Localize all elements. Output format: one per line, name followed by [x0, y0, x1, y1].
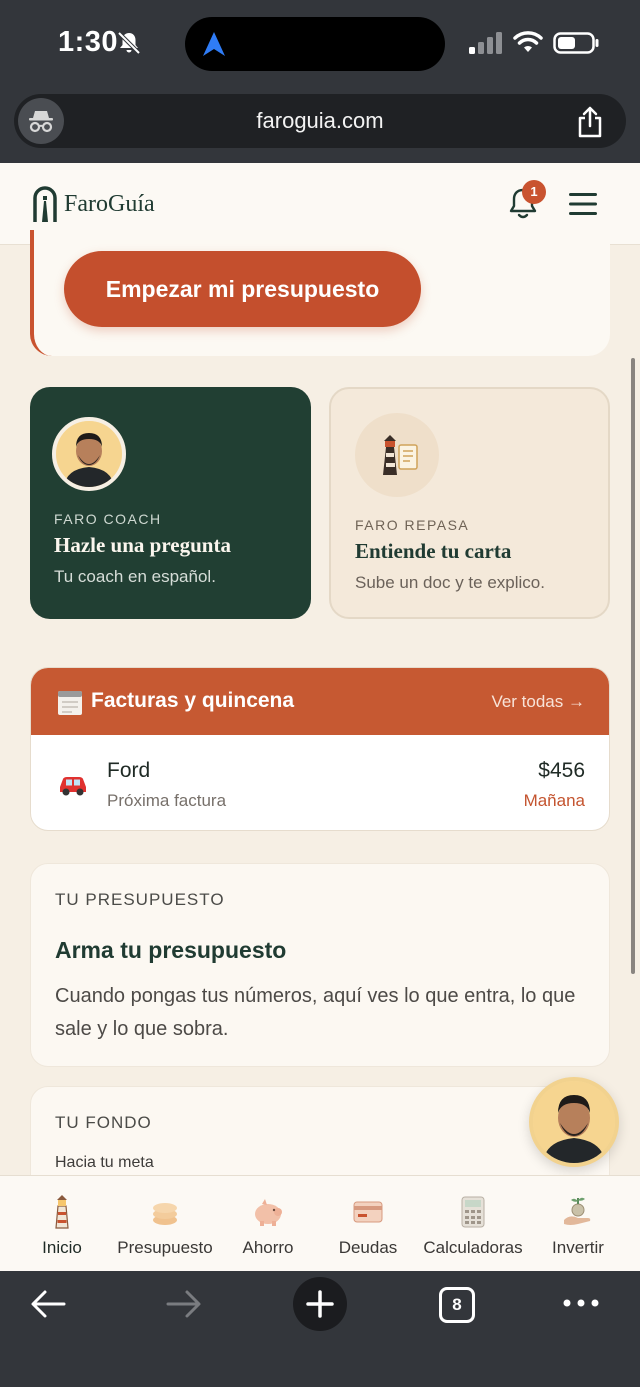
tab-calculadoras[interactable]: Calculadoras — [420, 1176, 526, 1272]
coach-portrait-icon — [533, 1081, 615, 1163]
logo-icon[interactable] — [32, 185, 58, 223]
tab-switcher-button[interactable]: 8 — [439, 1287, 475, 1323]
status-time: 1:30 — [58, 26, 119, 58]
forward-arrow-icon[interactable] — [166, 1289, 202, 1319]
plus-icon — [306, 1290, 334, 1318]
view-all-link[interactable]: Ver todas → — [491, 692, 585, 712]
budget-title: Arma tu presupuesto — [55, 937, 287, 963]
back-arrow-icon[interactable] — [30, 1289, 66, 1319]
tab-inicio[interactable]: Inicio — [22, 1176, 102, 1272]
bill-name: Ford — [107, 759, 151, 782]
tab-presupuesto[interactable]: Presupuesto — [112, 1176, 218, 1272]
coach-card[interactable]: FARO COACH Hazle una pregunta Tu coach e… — [30, 387, 311, 619]
money-plant-icon — [564, 1197, 591, 1225]
status-bar: 1:30 — [0, 0, 640, 90]
fund-kicker: TU FONDO — [55, 1113, 152, 1132]
calendar-icon — [58, 691, 82, 715]
url-text: faroguia.com — [256, 108, 384, 133]
page-scrollbar[interactable] — [631, 358, 635, 974]
share-icon[interactable] — [576, 106, 604, 138]
coach-kicker: FARO COACH — [54, 511, 162, 527]
bill-row[interactable]: Ford Próxima factura $456 Mañana — [31, 735, 609, 830]
dynamic-island — [185, 17, 445, 71]
floating-coach-button[interactable] — [529, 1077, 619, 1167]
signal-icon — [469, 32, 502, 54]
repasa-card[interactable]: FARO REPASA Entiende tu carta Sube un do… — [329, 387, 610, 619]
coach-avatar — [52, 417, 126, 491]
browser-toolbar: 8 — [0, 1271, 640, 1387]
more-icon[interactable] — [562, 1293, 600, 1313]
repasa-kicker: FARO REPASA — [355, 517, 470, 533]
budget-kicker: TU PRESUPUESTO — [55, 890, 225, 909]
tab-label: Presupuesto — [117, 1238, 213, 1257]
calculator-icon — [461, 1196, 485, 1228]
notification-badge: 1 — [522, 180, 546, 204]
brand-name[interactable]: FaroGuía — [64, 191, 155, 218]
bill-amount: $456 — [538, 759, 585, 782]
tab-label: Invertir — [552, 1238, 604, 1257]
tab-label: Deudas — [338, 1238, 398, 1257]
car-icon — [60, 777, 86, 796]
budget-card[interactable]: TU PRESUPUESTO Arma tu presupuesto Cuand… — [30, 863, 610, 1067]
browser-address-bar: faroguia.com — [0, 90, 640, 163]
fund-subtitle: Hacia tu meta — [55, 1154, 154, 1171]
repasa-title: Entiende tu carta — [355, 539, 512, 563]
coach-subtitle: Tu coach en español. — [54, 567, 216, 586]
url-field[interactable]: faroguia.com — [14, 94, 626, 148]
bills-header: Facturas y quincena Ver todas → — [31, 668, 609, 735]
lighthouse-document-icon — [355, 413, 439, 497]
bell-slash-icon — [117, 31, 141, 55]
tab-ahorro[interactable]: Ahorro — [228, 1176, 308, 1272]
coins-icon — [153, 1203, 177, 1225]
lighthouse-icon — [55, 1195, 69, 1229]
navigation-arrow-icon — [203, 32, 225, 56]
coach-portrait-icon — [56, 421, 122, 487]
card-icon — [353, 1201, 383, 1223]
budget-description: Cuando pongas tus números, aquí ves lo q… — [55, 985, 576, 1040]
tab-deudas[interactable]: Deudas — [328, 1176, 408, 1272]
battery-icon — [553, 32, 599, 54]
bills-title: Facturas y quincena — [91, 689, 295, 712]
menu-icon[interactable] — [568, 191, 598, 217]
bill-due-date: Mañana — [523, 791, 585, 810]
tab-label: Ahorro — [242, 1238, 294, 1257]
tab-invertir[interactable]: Invertir — [540, 1176, 616, 1272]
tab-label: Inicio — [42, 1238, 82, 1257]
new-tab-button[interactable] — [293, 1277, 347, 1331]
tab-label: Calculadoras — [423, 1238, 523, 1257]
start-budget-button[interactable]: Empezar mi presupuesto — [64, 251, 421, 327]
repasa-subtitle: Sube un doc y te explico. — [355, 573, 545, 592]
bottom-tab-bar: Inicio Presupuesto Ahorro Deudas Calcula… — [0, 1175, 640, 1271]
bill-subtitle: Próxima factura — [107, 791, 227, 810]
bills-card: Facturas y quincena Ver todas → Ford Pró… — [30, 667, 610, 831]
wifi-icon — [513, 31, 543, 52]
piggy-bank-icon — [255, 1199, 282, 1226]
coach-title: Hazle una pregunta — [54, 533, 231, 557]
